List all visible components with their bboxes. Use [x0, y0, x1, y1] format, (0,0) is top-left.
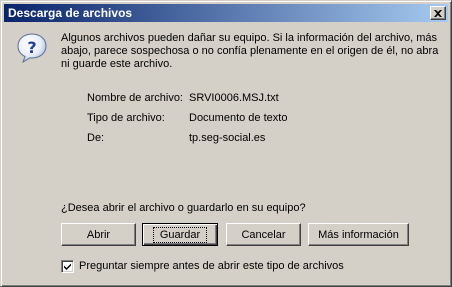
file-name-value: SRVI0006.MSJ.txt [189, 92, 279, 104]
file-download-dialog: Descarga de archivos ? Algunos archivos … [0, 0, 452, 287]
open-button-label: Abrir [86, 228, 111, 241]
cancel-button-label: Cancelar [241, 228, 286, 241]
window-title: Descarga de archivos [8, 6, 133, 20]
always-ask-label[interactable]: Preguntar siempre antes de abrir este ti… [79, 260, 344, 273]
close-button[interactable] [430, 6, 446, 20]
file-name-label: Nombre de archivo: [87, 92, 183, 104]
file-type-value: Documento de texto [189, 112, 288, 124]
more-info-button-label: Más información [318, 228, 399, 241]
save-button-label: Guardar [152, 226, 208, 243]
checkmark-icon [64, 263, 71, 270]
more-info-button[interactable]: Más información [308, 223, 409, 246]
file-type-label: Tipo de archivo: [87, 112, 165, 124]
question-icon: ? [16, 32, 48, 64]
svg-text:?: ? [27, 38, 36, 57]
always-ask-checkbox[interactable] [61, 260, 74, 273]
file-source-value: tp.seg-social.es [189, 132, 266, 144]
cancel-button[interactable]: Cancelar [226, 223, 301, 246]
close-icon [434, 9, 442, 17]
open-button[interactable]: Abrir [61, 223, 136, 246]
open-or-save-question: ¿Desea abrir el archivo o guardarlo en s… [61, 202, 306, 214]
file-source-label: De: [87, 132, 105, 144]
title-bar[interactable]: Descarga de archivos [4, 4, 448, 22]
save-button[interactable]: Guardar [142, 223, 218, 246]
warning-message: Algunos archivos pueden dañar su equipo.… [61, 32, 439, 70]
